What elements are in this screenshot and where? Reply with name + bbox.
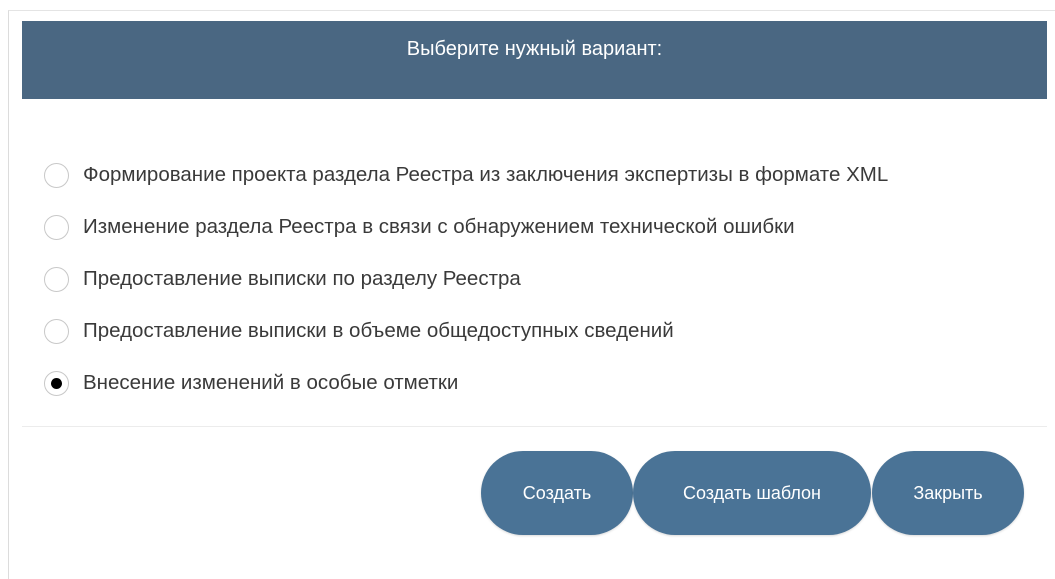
option-label: Формирование проекта раздела Реестра из … (83, 163, 889, 186)
options-radio-group: Формирование проекта раздела Реестра из … (44, 149, 888, 409)
radio-button[interactable] (44, 162, 69, 188)
close-button[interactable]: Закрыть (872, 451, 1024, 535)
option-label: Внесение изменений в особые отметки (83, 371, 459, 394)
option-technical-error[interactable]: Изменение раздела Реестра в связи с обна… (44, 201, 888, 253)
create-button[interactable]: Создать (481, 451, 633, 535)
radio-selected-dot (51, 377, 62, 389)
radio-button-selected[interactable] (44, 370, 69, 396)
option-label: Предоставление выписки по разделу Реестр… (83, 267, 521, 290)
radio-button[interactable] (44, 318, 69, 344)
option-public-extract[interactable]: Предоставление выписки в объеме общедост… (44, 305, 888, 357)
create-template-button[interactable]: Создать шаблон (633, 451, 871, 535)
option-special-marks[interactable]: Внесение изменений в особые отметки (44, 357, 888, 409)
radio-button[interactable] (44, 214, 69, 240)
dialog-header: Выберите нужный вариант: (22, 21, 1047, 99)
dialog-title: Выберите нужный вариант: (406, 37, 663, 60)
divider (22, 426, 1047, 427)
option-section-extract[interactable]: Предоставление выписки по разделу Реестр… (44, 253, 888, 305)
option-xml-project[interactable]: Формирование проекта раздела Реестра из … (44, 149, 888, 201)
radio-button[interactable] (44, 266, 69, 292)
option-label: Изменение раздела Реестра в связи с обна… (83, 215, 795, 238)
option-label: Предоставление выписки в объеме общедост… (83, 319, 674, 342)
